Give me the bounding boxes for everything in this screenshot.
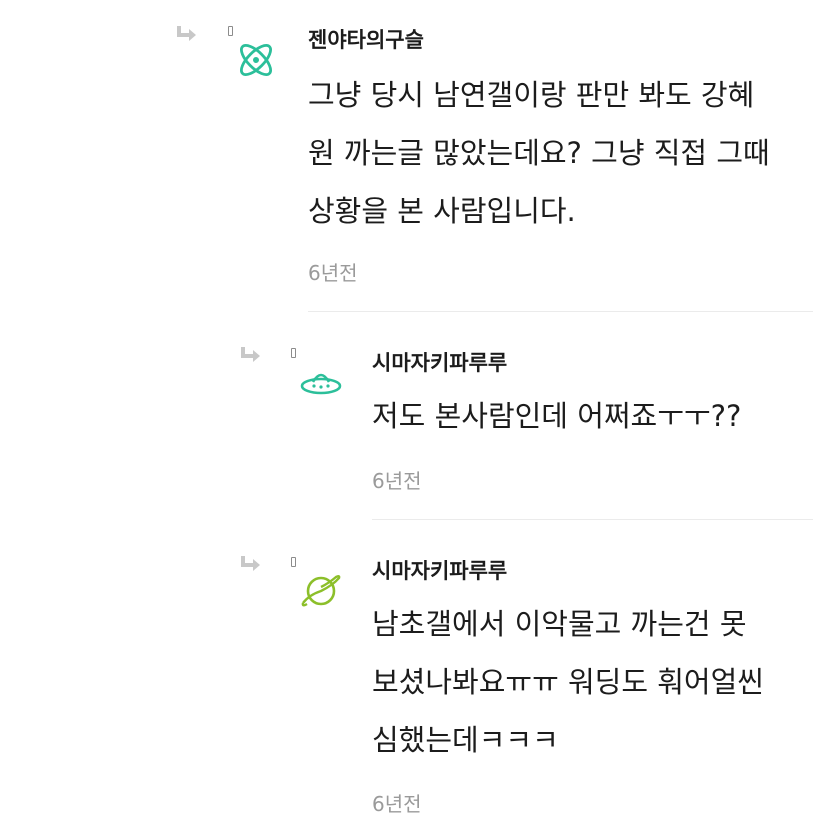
comment-author[interactable]: 젠야타의구슬 [308, 24, 424, 54]
reply-arrow-icon [177, 26, 196, 41]
comment-item: 시마자키파루루 남초갤에서 이악물고 까는건 못 보셨나봐요ㅠㅠ 워딩도 훠어얼… [0, 520, 835, 833]
comment-body: 저도 본사람인데 어쩌죠ㅜㅜ?? [372, 387, 741, 445]
comment-marker-icon [291, 348, 296, 358]
comment-line: 심했는데ㅋㅋㅋ [372, 723, 559, 757]
comment-item: 젠야타의구슬 그냥 당시 남연갤이랑 판만 봐도 강혜 원 까는글 많았는데요?… [0, 0, 835, 300]
comment-author[interactable]: 시마자키파루루 [372, 347, 507, 377]
comment-timestamp: 6년전 [372, 469, 422, 493]
comment-line: 그냥 당시 남연갤이랑 판만 봐도 강혜 [308, 78, 755, 112]
ufo-icon[interactable] [299, 362, 343, 406]
comment-item: 시마자키파루루 저도 본사람인데 어쩌죠ㅜㅜ?? 6년전 [0, 312, 835, 518]
comment-line: 저도 본사람인데 어쩌죠ㅜㅜ?? [372, 399, 742, 433]
comment-body: 남초갤에서 이악물고 까는건 못 보셨나봐요ㅠㅠ 워딩도 훠어얼씬 심했는데ㅋㅋ… [372, 595, 764, 769]
planet-icon[interactable] [299, 569, 343, 613]
comment-marker-icon [228, 26, 233, 36]
comment-body: 그냥 당시 남연갤이랑 판만 봐도 강혜 원 까는글 많았는데요? 그냥 직접 … [308, 66, 770, 240]
comment-author[interactable]: 시마자키파루루 [372, 555, 507, 585]
comment-line: 남초갤에서 이악물고 까는건 못 [372, 607, 747, 641]
comment-line: 보셨나봐요ㅠㅠ 워딩도 훠어얼씬 [372, 665, 764, 699]
comment-marker-icon [291, 557, 296, 567]
comment-line: 상황을 본 사람입니다. [308, 194, 576, 228]
comment-line: 원 까는글 많았는데요? 그냥 직접 그때 [308, 136, 770, 170]
comment-timestamp: 6년전 [372, 792, 422, 816]
atom-icon[interactable] [234, 38, 278, 82]
reply-arrow-icon [241, 556, 260, 571]
comment-timestamp: 6년전 [308, 261, 358, 285]
reply-arrow-icon [241, 347, 260, 362]
